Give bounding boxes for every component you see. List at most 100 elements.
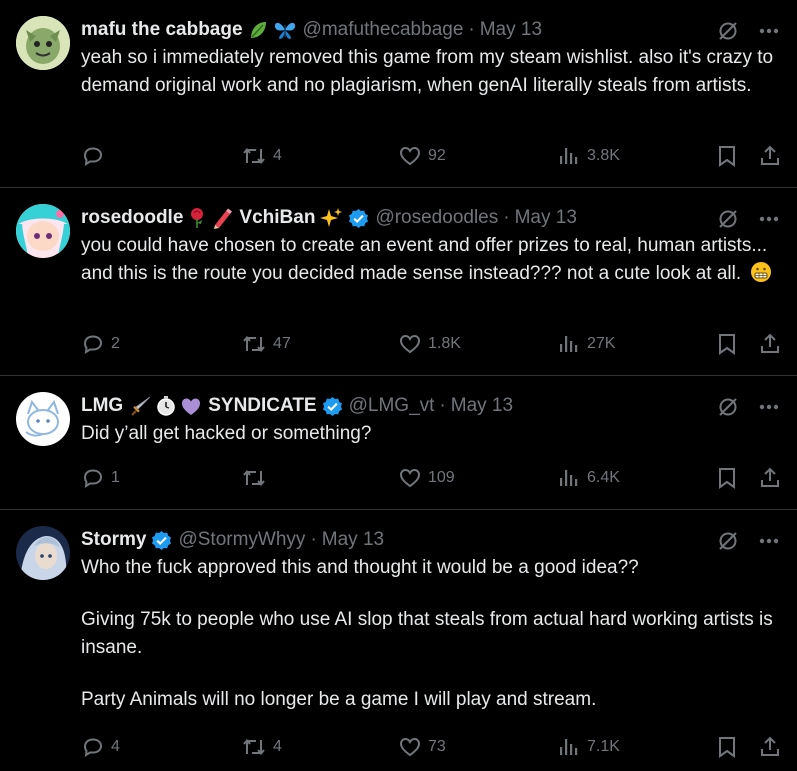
avatar[interactable]	[16, 16, 70, 70]
share-icon	[761, 736, 779, 756]
more-icon[interactable]	[759, 538, 779, 544]
rose-emoji	[187, 207, 207, 229]
reply-button[interactable]	[81, 144, 111, 168]
bookmark-button[interactable]	[716, 735, 738, 759]
grok-icon[interactable]	[717, 20, 739, 42]
views-icon	[560, 148, 578, 164]
display-name[interactable]: Stormy	[81, 529, 146, 551]
tweet-paragraph: yeah so i immediately removed this game …	[81, 47, 774, 96]
share-icon	[761, 333, 779, 353]
avatar[interactable]	[16, 204, 70, 258]
reply-icon	[83, 147, 103, 166]
tweet-text: yeah so i immediately removed this game …	[81, 44, 777, 100]
retweet-button[interactable]	[241, 466, 273, 490]
reply-feed: mafu the cabbage @mafuthecabbage · May 1…	[0, 0, 797, 771]
action-bar: 4 4 73 7.1K	[81, 735, 781, 761]
pencil-emoji	[211, 207, 233, 229]
more-icon[interactable]	[759, 404, 779, 410]
tweet-paragraph: Giving 75k to people who use AI slop tha…	[81, 609, 773, 658]
handle[interactable]: @StormyWhyy	[178, 529, 305, 551]
retweet-button[interactable]: 4	[241, 144, 282, 168]
retweet-count: 47	[273, 335, 291, 352]
retweet-button[interactable]: 4	[241, 735, 282, 759]
share-button[interactable]	[758, 466, 782, 490]
bookmark-icon	[719, 146, 735, 167]
like-icon	[399, 146, 421, 166]
tweet-text: Who the fuck approved this and thought i…	[81, 554, 777, 714]
views-button[interactable]: 3.8K	[557, 144, 620, 168]
display-name[interactable]: mafu the cabbage	[81, 19, 243, 41]
timestamp[interactable]: May 13	[322, 529, 384, 551]
reply-button[interactable]: 2	[81, 332, 120, 356]
handle[interactable]: @LMG_vt	[349, 395, 435, 417]
bookmark-icon	[719, 334, 735, 355]
tweet-paragraph: Party Animals will no longer be a game I…	[81, 689, 597, 710]
avatar[interactable]	[16, 392, 70, 446]
sparkles-emoji	[319, 207, 343, 229]
bookmark-button[interactable]	[716, 332, 738, 356]
action-bar: 2 47 1.8K 27K	[81, 332, 781, 358]
handle[interactable]: @rosedoodles	[375, 207, 498, 229]
display-name-suffix[interactable]: SYNDICATE	[208, 395, 316, 417]
bookmark-button[interactable]	[716, 144, 738, 168]
reply-button[interactable]: 4	[81, 735, 120, 759]
verified-badge-icon[interactable]	[348, 208, 369, 229]
purple-heart-emoji	[180, 395, 202, 417]
like-icon	[399, 468, 421, 488]
tweet[interactable]: LMG SYNDICATE @LMG_vt · May 13 Did y’all…	[0, 376, 797, 510]
handle[interactable]: @mafuthecabbage	[303, 19, 464, 41]
bookmark-button[interactable]	[716, 466, 738, 490]
verified-badge-icon[interactable]	[322, 396, 343, 417]
display-name[interactable]: LMG	[81, 395, 123, 417]
grok-icon[interactable]	[717, 208, 739, 230]
retweet-count: 4	[273, 147, 282, 164]
like-button[interactable]: 109	[398, 466, 455, 490]
tweet[interactable]: mafu the cabbage @mafuthecabbage · May 1…	[0, 0, 797, 188]
like-count: 73	[428, 738, 446, 755]
grok-icon[interactable]	[717, 530, 739, 552]
bookmark-icon	[719, 468, 735, 489]
reply-count: 2	[111, 335, 120, 352]
reply-icon	[83, 335, 103, 354]
tweet-text: you could have chosen to create an event…	[81, 232, 777, 288]
timestamp[interactable]: May 13	[515, 207, 577, 229]
retweet-button[interactable]: 47	[241, 332, 291, 356]
views-button[interactable]: 7.1K	[557, 735, 620, 759]
view-count: 6.4K	[587, 469, 620, 486]
grimacing-face-emoji	[751, 262, 772, 282]
grok-icon[interactable]	[717, 396, 739, 418]
action-bar: 1 109 6.4K	[81, 466, 781, 492]
more-icon[interactable]	[759, 216, 779, 222]
share-button[interactable]	[758, 332, 782, 356]
timestamp[interactable]: May 13	[451, 395, 513, 417]
reply-button[interactable]: 1	[81, 466, 120, 490]
timestamp[interactable]: May 13	[480, 19, 542, 41]
separator-dot: ·	[468, 19, 475, 40]
avatar[interactable]	[16, 526, 70, 580]
like-count: 92	[428, 147, 446, 164]
views-icon	[560, 336, 578, 352]
more-icon[interactable]	[759, 28, 779, 34]
tweet-text: Did y’all get hacked or something?	[81, 420, 777, 448]
retweet-icon	[243, 335, 265, 353]
like-button[interactable]: 92	[398, 144, 446, 168]
tweet[interactable]: Stormy @StormyWhyy · May 13 Who the fuck…	[0, 510, 797, 771]
display-name-suffix[interactable]: VchiBan	[239, 207, 315, 229]
tweet-paragraph: Did y’all get hacked or something?	[81, 423, 372, 444]
tweet-paragraph: you could have chosen to create an event…	[81, 235, 768, 284]
dagger-emoji	[130, 395, 152, 417]
reply-icon	[83, 738, 103, 757]
share-button[interactable]	[758, 735, 782, 759]
views-button[interactable]: 6.4K	[557, 466, 620, 490]
display-name[interactable]: rosedoodle	[81, 207, 183, 229]
like-button[interactable]: 73	[398, 735, 446, 759]
share-button[interactable]	[758, 144, 782, 168]
like-icon	[399, 334, 421, 354]
views-button[interactable]: 27K	[557, 332, 615, 356]
retweet-icon	[243, 147, 265, 165]
separator-dot: ·	[439, 395, 446, 416]
like-button[interactable]: 1.8K	[398, 332, 461, 356]
tweet[interactable]: rosedoodle VchiBan @rosedoodles · May 13	[0, 188, 797, 376]
verified-badge-icon[interactable]	[151, 530, 172, 551]
separator-dot: ·	[503, 207, 510, 228]
